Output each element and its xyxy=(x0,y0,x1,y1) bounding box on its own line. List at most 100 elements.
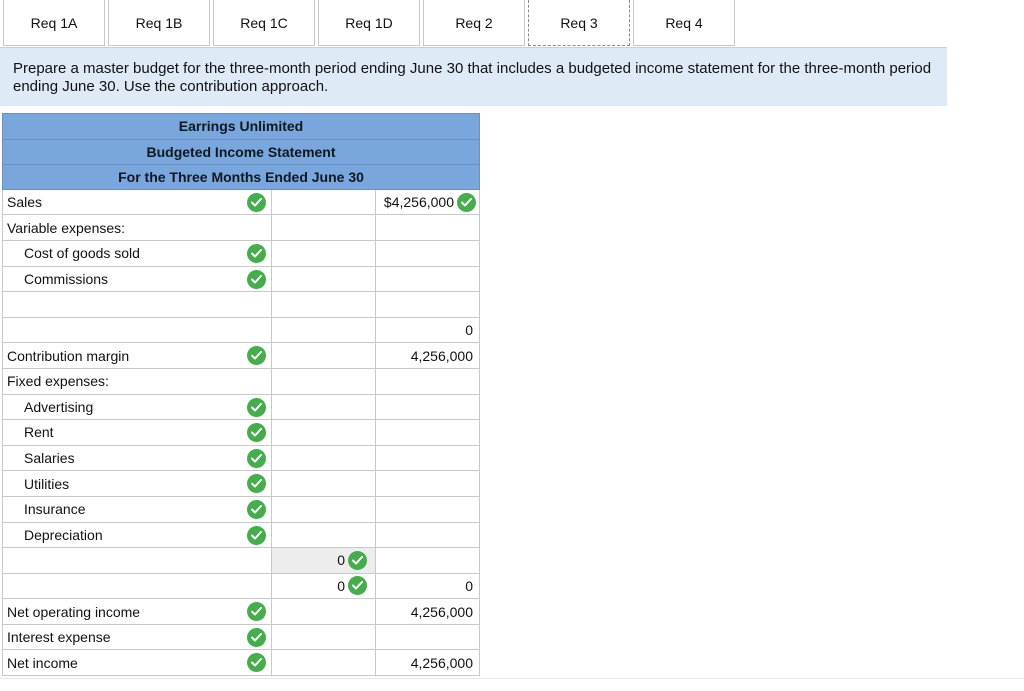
total-cell xyxy=(376,420,480,446)
label-cell xyxy=(2,292,272,318)
amount-cell xyxy=(272,624,376,651)
total-value: $4,256,000 xyxy=(383,194,454,211)
company-name: Earrings Unlimited xyxy=(2,113,480,139)
amount-input[interactable] xyxy=(272,420,376,446)
check-circle-icon xyxy=(457,192,476,212)
total-cell: 0 xyxy=(376,573,480,600)
total-input[interactable]: $4,256,000 xyxy=(376,189,480,216)
tab-req-1c[interactable]: Req 1C xyxy=(213,0,315,46)
check-circle-icon xyxy=(348,576,367,596)
label-cell: Fixed expenses: xyxy=(2,368,272,395)
amount-input[interactable] xyxy=(272,240,376,267)
amount-input[interactable] xyxy=(272,189,376,216)
total-value: 0 xyxy=(465,577,473,594)
total-cell xyxy=(376,266,480,293)
label-cell[interactable]: Rent xyxy=(2,420,272,446)
check-circle-icon xyxy=(348,550,367,570)
amount-input[interactable] xyxy=(272,266,376,293)
label-cell[interactable]: Utilities xyxy=(2,471,272,497)
table-row: Interest expense xyxy=(2,624,480,651)
label-cell[interactable]: Insurance xyxy=(2,496,272,523)
amount-input[interactable] xyxy=(272,522,376,549)
amount-cell xyxy=(272,368,376,395)
amount-input[interactable] xyxy=(272,394,376,421)
check-circle-icon xyxy=(247,448,266,468)
check-circle-icon xyxy=(247,474,266,494)
table-row xyxy=(2,292,480,318)
tab-req-1a[interactable]: Req 1A xyxy=(3,0,105,46)
tab-req-1b[interactable]: Req 1B xyxy=(108,0,210,46)
total-cell xyxy=(376,496,480,523)
label-cell xyxy=(2,573,272,600)
row-label: Salaries xyxy=(24,450,75,467)
row-label: Contribution margin xyxy=(7,347,130,364)
total-value: 4,256,000 xyxy=(410,654,473,671)
total-cell xyxy=(376,394,480,421)
label-cell[interactable]: Interest expense xyxy=(2,624,272,651)
check-circle-icon xyxy=(247,499,266,519)
amount-cell xyxy=(272,215,376,241)
tab-req-2[interactable]: Req 2 xyxy=(423,0,525,46)
amount-input[interactable] xyxy=(272,471,376,497)
label-cell: Variable expenses: xyxy=(2,215,272,241)
label-cell[interactable]: Net income xyxy=(2,650,272,677)
total-cell xyxy=(376,522,480,549)
amount-input[interactable] xyxy=(272,496,376,523)
total-cell xyxy=(376,445,480,472)
label-cell[interactable]: Contribution margin xyxy=(2,343,272,369)
label-cell[interactable]: Sales xyxy=(2,189,272,216)
table-row: Contribution margin 4,256,000 xyxy=(2,343,480,369)
statement-period: For the Three Months Ended June 30 xyxy=(2,164,480,190)
check-circle-icon xyxy=(247,653,266,673)
check-circle-icon xyxy=(247,602,266,622)
total-input[interactable] xyxy=(376,624,480,651)
page-divider xyxy=(0,678,1024,679)
total-cell xyxy=(376,548,480,574)
label-cell[interactable]: Advertising xyxy=(2,394,272,421)
label-cell[interactable]: Salaries xyxy=(2,445,272,472)
label-cell[interactable]: Net operating income xyxy=(2,599,272,625)
table-row: Utilities xyxy=(2,471,480,497)
table-row: 0 xyxy=(2,317,480,344)
row-label: Cost of goods sold xyxy=(24,245,140,262)
total-cell: 0 xyxy=(376,317,480,344)
amount-value: 0 xyxy=(337,552,345,569)
table-row: Sales $4,256,000 xyxy=(2,189,480,216)
total-cell xyxy=(376,471,480,497)
row-label: Utilities xyxy=(24,475,70,492)
instructions-text: Prepare a master budget for the three-mo… xyxy=(0,48,947,106)
table-row: Commissions xyxy=(2,266,480,293)
label-cell xyxy=(2,548,272,574)
requirement-tabs: Req 1A Req 1B Req 1C Req 1D Req 2 Req 3 … xyxy=(3,0,738,46)
check-circle-icon xyxy=(247,269,266,289)
row-label: Sales xyxy=(7,194,43,211)
amount-cell xyxy=(272,599,376,625)
amount-input[interactable] xyxy=(272,445,376,472)
table-row: 0 0 xyxy=(2,573,480,600)
row-label: Variable expenses: xyxy=(7,219,126,236)
check-circle-icon xyxy=(247,243,266,263)
table-row: Insurance xyxy=(2,496,480,523)
tab-req-3[interactable]: Req 3 xyxy=(528,0,630,46)
label-cell[interactable]: Commissions xyxy=(2,266,272,293)
row-label: Interest expense xyxy=(7,629,111,646)
label-cell[interactable]: Cost of goods sold xyxy=(2,240,272,267)
total-cell xyxy=(376,368,480,395)
tab-req-4[interactable]: Req 4 xyxy=(633,0,735,46)
amount-input[interactable]: 0 xyxy=(272,548,376,574)
table-row: Cost of goods sold xyxy=(2,240,480,267)
amount-value: 0 xyxy=(337,577,345,594)
check-circle-icon xyxy=(247,192,266,212)
label-cell[interactable]: Depreciation xyxy=(2,522,272,549)
amount-cell xyxy=(272,292,376,318)
row-label: Rent xyxy=(24,424,54,441)
total-cell xyxy=(376,292,480,318)
total-cell: 4,256,000 xyxy=(376,650,480,677)
budgeted-income-statement: Earrings Unlimited Budgeted Income State… xyxy=(2,113,480,677)
check-circle-icon xyxy=(247,627,266,647)
table-row: Advertising xyxy=(2,394,480,421)
amount-input[interactable]: 0 xyxy=(272,573,376,600)
tab-req-1d[interactable]: Req 1D xyxy=(318,0,420,46)
table-row: Salaries xyxy=(2,445,480,472)
label-cell xyxy=(2,317,272,344)
